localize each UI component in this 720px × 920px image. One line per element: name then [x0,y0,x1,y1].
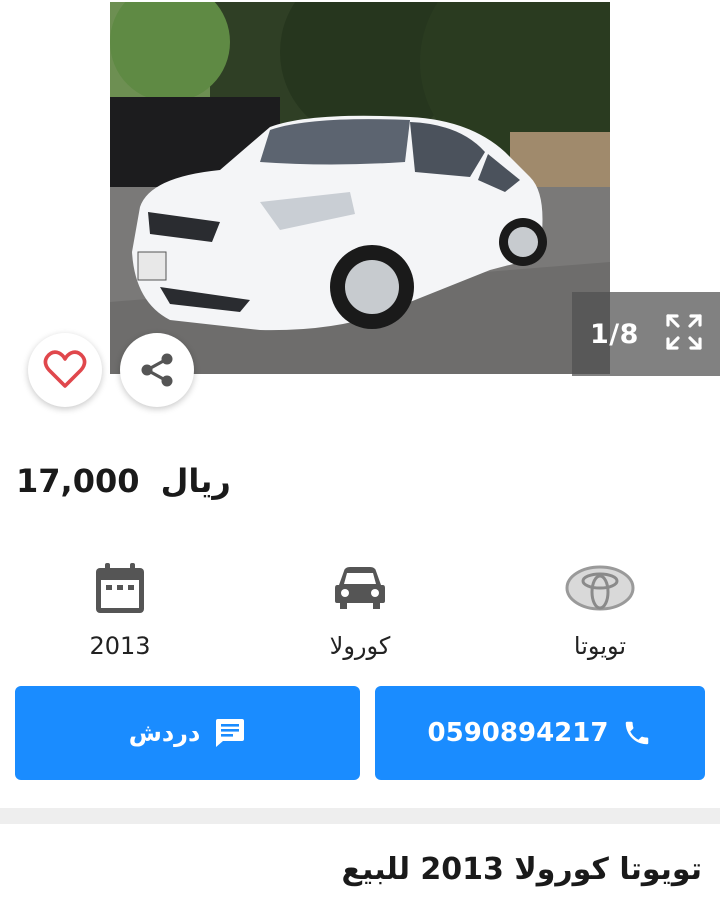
spec-year-label: 2013 [89,632,151,660]
share-button[interactable] [120,333,194,407]
section-divider [0,808,720,824]
fullscreen-icon[interactable] [664,312,704,352]
phone-icon [626,721,649,745]
chat-icon [216,719,245,747]
image-gallery[interactable]: 1/8 [0,0,720,376]
chat-button[interactable]: دردش [15,686,360,780]
image-counter-overlay: 1/8 [572,292,720,376]
heart-icon [43,350,87,388]
image-counter: 1/8 [590,318,639,350]
listing-price: ريال 17,000 [16,462,231,500]
car-photo[interactable] [110,2,610,374]
prev-image-button[interactable] [45,150,77,190]
share-icon [141,353,173,387]
call-button[interactable]: 0590894217 [375,686,705,780]
phone-number: 0590894217 [427,718,609,748]
price-value: 17,000 [16,462,140,500]
chevron-left-icon [54,155,70,185]
next-image-button[interactable] [643,150,675,190]
price-currency: ريال [160,462,231,500]
spec-model: كورولا [270,556,450,660]
toyota-logo-icon [565,565,635,611]
favorite-button[interactable] [28,333,102,407]
listing-title: تويوتا كورولا 2013 للبيع [341,852,702,887]
calendar-icon [96,563,144,613]
chevron-right-icon [650,155,666,185]
car-icon [335,567,385,609]
spec-make: تويوتا [510,556,690,660]
spec-make-label: تويوتا [573,632,627,660]
spec-model-label: كورولا [329,632,391,660]
spec-year: 2013 [30,556,210,660]
chat-button-label: دردش [128,719,201,747]
